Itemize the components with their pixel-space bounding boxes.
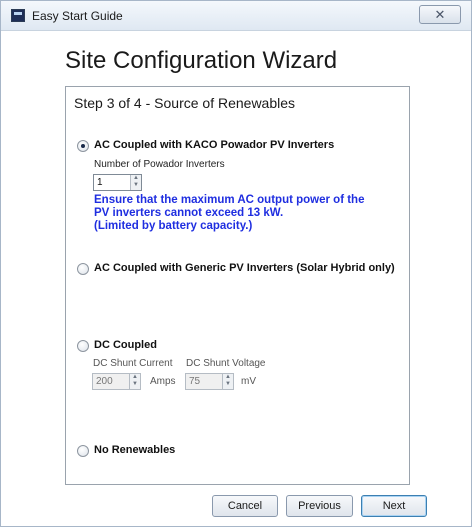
option-label-generic[interactable]: AC Coupled with Generic PV Inverters (So… (94, 262, 395, 274)
dc-voltage-unit: mV (241, 376, 256, 387)
warning-line: PV inverters cannot exceed 13 kW. (94, 207, 284, 219)
option-label-dc[interactable]: DC Coupled (94, 339, 157, 351)
dc-voltage-value: 75 (189, 376, 201, 387)
inverter-count-input[interactable]: 1 ▲ ▼ (93, 174, 142, 191)
title-bar: Easy Start Guide ✕ (1, 1, 471, 31)
option-label-kaco[interactable]: AC Coupled with KACO Powador PV Inverter… (94, 139, 334, 151)
inverter-count-label: Number of Powador Inverters (94, 159, 225, 170)
warning-line: (Limited by battery capacity.) (94, 220, 253, 232)
dc-voltage-spinner[interactable]: ▲ ▼ (222, 374, 233, 389)
radio-generic[interactable] (77, 263, 89, 275)
page-title: Site Configuration Wizard (65, 47, 338, 74)
inverter-count-value: 1 (97, 177, 103, 188)
radio-kaco[interactable] (77, 140, 89, 152)
next-button[interactable]: Next (361, 495, 427, 517)
app-icon (11, 9, 25, 22)
close-button[interactable]: ✕ (419, 5, 461, 24)
cancel-button[interactable]: Cancel (212, 495, 278, 517)
warning-line: Ensure that the maximum AC output power … (94, 194, 365, 206)
step-heading: Step 3 of 4 - Source of Renewables (74, 95, 296, 111)
dc-current-unit: Amps (150, 376, 176, 387)
capacity-warning: Ensure that the maximum AC output power … (94, 194, 394, 233)
dc-current-spinner[interactable]: ▲ ▼ (129, 374, 140, 389)
easy-start-guide-window: Easy Start Guide ✕ Site Configuration Wi… (0, 0, 472, 527)
radio-dc[interactable] (77, 340, 89, 352)
dc-voltage-input[interactable]: 75 ▲ ▼ (185, 373, 234, 390)
wizard-panel: Step 3 of 4 - Source of Renewables AC Co… (65, 86, 410, 485)
inverter-count-spinner[interactable]: ▲ ▼ (130, 175, 141, 190)
dc-current-input[interactable]: 200 ▲ ▼ (92, 373, 141, 390)
window-title: Easy Start Guide (32, 9, 123, 23)
dc-current-label: DC Shunt Current (93, 358, 173, 369)
previous-button[interactable]: Previous (286, 495, 353, 517)
dc-voltage-label: DC Shunt Voltage (186, 358, 266, 369)
radio-none[interactable] (77, 445, 89, 457)
option-label-none[interactable]: No Renewables (94, 444, 175, 456)
dc-current-value: 200 (96, 376, 113, 387)
